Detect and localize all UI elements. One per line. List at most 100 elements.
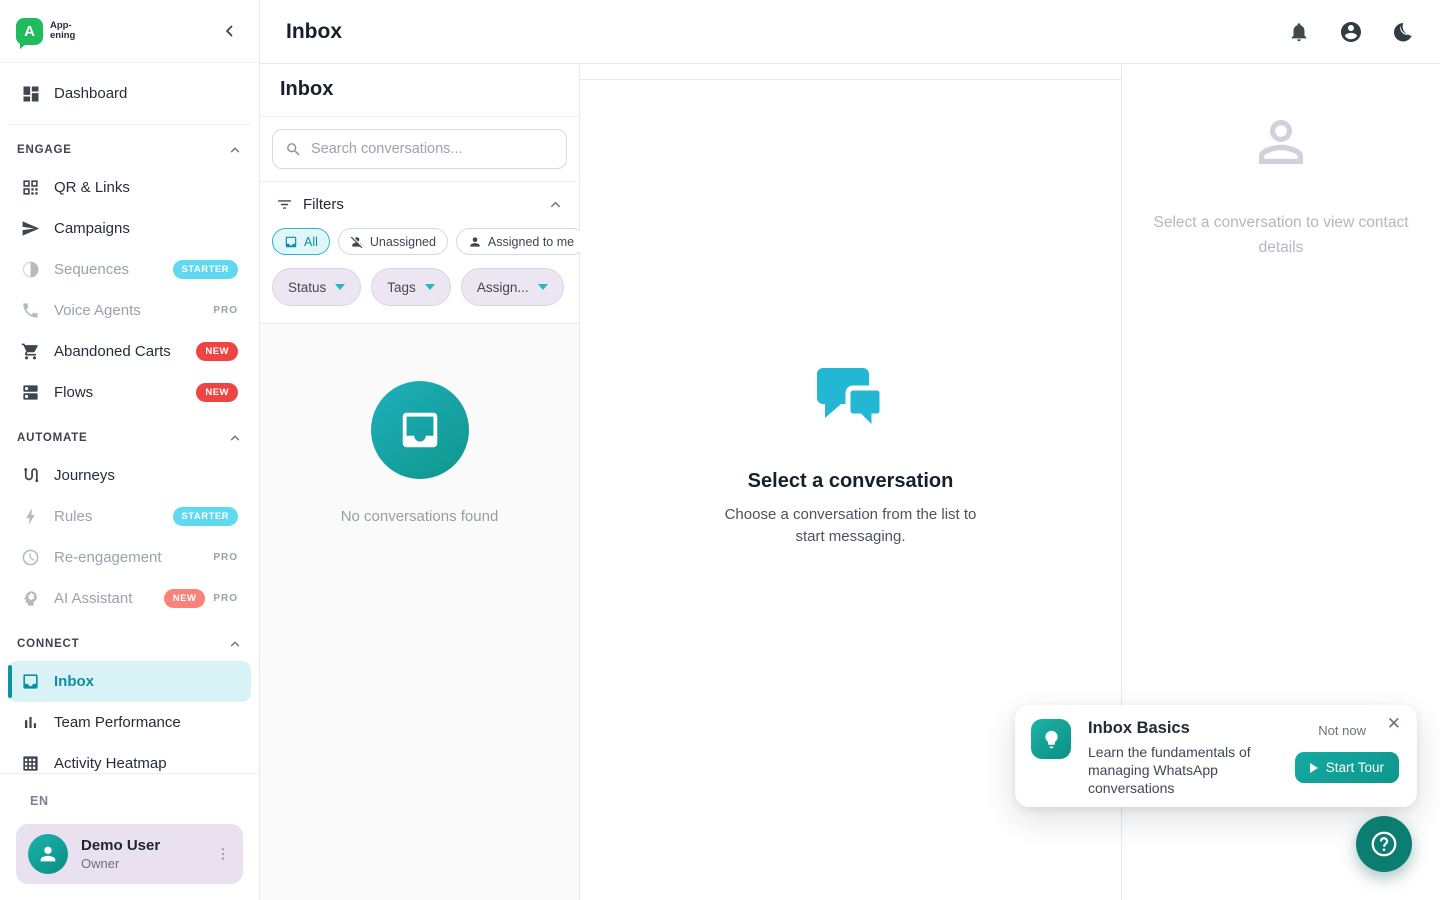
person-icon [468, 235, 482, 249]
sidebar-item-journeys[interactable]: Journeys [8, 455, 251, 496]
sidebar-item-re-engagement[interactable]: Re-engagement PRO [8, 537, 251, 578]
brand-logo[interactable]: A App-ening [16, 18, 75, 45]
sidebar-item-sequences[interactable]: Sequences STARTER [8, 249, 251, 290]
filter-chip-unassigned[interactable]: Unassigned [338, 228, 448, 255]
sidebar-item-voice-agents[interactable]: Voice Agents PRO [8, 290, 251, 331]
sidebar-item-abandoned-carts[interactable]: Abandoned Carts NEW [8, 331, 251, 372]
user-name: Demo User [81, 837, 160, 854]
inbox-icon [21, 672, 41, 692]
brand-logo-icon: A [16, 18, 43, 45]
chevron-up-icon [228, 431, 242, 445]
section-title: AUTOMATE [17, 432, 88, 444]
status-dropdown[interactable]: Status [272, 268, 361, 306]
language-selector[interactable]: EN [30, 794, 243, 808]
sidebar-item-activity-heatmap[interactable]: Activity Heatmap [8, 743, 251, 773]
sidebar-item-label: Sequences [54, 261, 129, 278]
assignee-dropdown[interactable]: Assign... [461, 268, 564, 306]
onboarding-toast: Inbox Basics Learn the fundamentals of m… [1015, 705, 1417, 807]
sidebar-item-label: AI Assistant [54, 590, 132, 607]
sidebar-item-qr-links[interactable]: QR & Links [8, 167, 251, 208]
conversation-list-panel: Inbox Filters [260, 64, 580, 900]
filter-chip-all[interactable]: All [272, 228, 330, 255]
user-card[interactable]: Demo User Owner [16, 824, 243, 884]
close-icon[interactable]: ✕ [1387, 715, 1401, 732]
sidebar-item-campaigns[interactable]: Campaigns [8, 208, 251, 249]
sidebar-item-ai-assistant[interactable]: AI Assistant NEW PRO [8, 578, 251, 619]
sidebar-item-label: Re-engagement [54, 549, 162, 566]
notifications-button[interactable] [1288, 21, 1310, 43]
tags-dropdown[interactable]: Tags [371, 268, 451, 306]
pro-tier-label: PRO [213, 305, 238, 316]
chevron-up-icon[interactable] [548, 197, 563, 212]
help-button[interactable] [1356, 816, 1412, 872]
psychology-icon [21, 589, 41, 609]
sidebar-item-label: Dashboard [54, 85, 127, 102]
sidebar-item-label: Flows [54, 384, 93, 401]
dropdown-label: Assign... [477, 280, 529, 295]
clock-icon [21, 548, 41, 568]
sidebar-item-label: Activity Heatmap [54, 755, 167, 772]
lightbulb-icon [1031, 719, 1071, 759]
chevron-left-icon [221, 22, 239, 40]
question-mark-icon [1369, 829, 1399, 859]
dashboard-icon [21, 84, 41, 104]
start-tour-button[interactable]: Start Tour [1295, 752, 1399, 783]
forum-chat-icon [811, 362, 891, 440]
more-vert-icon [215, 846, 231, 862]
new-badge: NEW [196, 342, 238, 361]
sidebar-item-label: Campaigns [54, 220, 130, 237]
sidebar-item-label: Inbox [54, 673, 94, 690]
search-box [272, 129, 567, 169]
sidebar-collapse-button[interactable] [217, 18, 243, 44]
sidebar-item-inbox[interactable]: Inbox [8, 661, 251, 702]
dropdown-label: Status [288, 280, 326, 295]
dropdown-label: Tags [387, 280, 416, 295]
caret-down-icon [335, 284, 345, 290]
page-title: Inbox [286, 20, 342, 44]
app-window: A App-ening Dashboard ENGAGE [0, 0, 1440, 900]
empty-chat-subtitle: Choose a conversation from the list to s… [716, 504, 986, 548]
sidebar-item-flows[interactable]: Flows NEW [8, 372, 251, 413]
route-icon [21, 466, 41, 486]
caret-down-icon [425, 284, 435, 290]
user-role: Owner [81, 856, 160, 871]
chevron-up-icon [228, 143, 242, 157]
sidebar-item-label: Rules [54, 508, 92, 525]
flows-icon [21, 383, 41, 403]
person-outline-icon [1248, 109, 1314, 175]
panel-title: Inbox [260, 64, 579, 117]
section-header-engage[interactable]: ENGAGE [8, 125, 251, 167]
pro-tier-label: PRO [213, 593, 238, 604]
heatmap-grid-icon [21, 754, 41, 774]
phone-icon [21, 301, 41, 321]
filters-section: Filters All [260, 182, 579, 324]
starter-badge: STARTER [173, 507, 238, 526]
starter-badge: STARTER [173, 260, 238, 279]
caret-down-icon [538, 284, 548, 290]
bar-chart-icon [21, 713, 41, 733]
section-header-connect[interactable]: CONNECT [8, 619, 251, 661]
search-icon [285, 141, 302, 158]
empty-chat-title: Select a conversation [748, 470, 954, 493]
search-input[interactable] [311, 141, 554, 157]
dark-mode-toggle[interactable] [1392, 21, 1414, 43]
sidebar-item-label: Voice Agents [54, 302, 141, 319]
brand-name: App-ening [50, 21, 75, 42]
sidebar-item-team-performance[interactable]: Team Performance [8, 702, 251, 743]
toast-title: Inbox Basics [1088, 719, 1264, 738]
chat-header-placeholder [580, 64, 1121, 80]
section-header-automate[interactable]: AUTOMATE [8, 413, 251, 455]
toast-body: Learn the fundamentals of managing Whats… [1088, 743, 1264, 798]
account-button[interactable] [1339, 20, 1363, 44]
moon-icon [1392, 21, 1414, 43]
sidebar-item-rules[interactable]: Rules STARTER [8, 496, 251, 537]
play-icon [1310, 763, 1318, 773]
filter-chip-assigned-to-me[interactable]: Assigned to me [456, 228, 586, 255]
section-title: ENGAGE [17, 144, 72, 156]
sidebar-item-label: Abandoned Carts [54, 343, 171, 360]
qr-code-icon [21, 178, 41, 198]
not-now-button[interactable]: Not now [1318, 723, 1366, 738]
user-menu-button[interactable] [215, 846, 231, 862]
sidebar-item-dashboard[interactable]: Dashboard [8, 73, 251, 114]
account-circle-icon [1339, 20, 1363, 44]
